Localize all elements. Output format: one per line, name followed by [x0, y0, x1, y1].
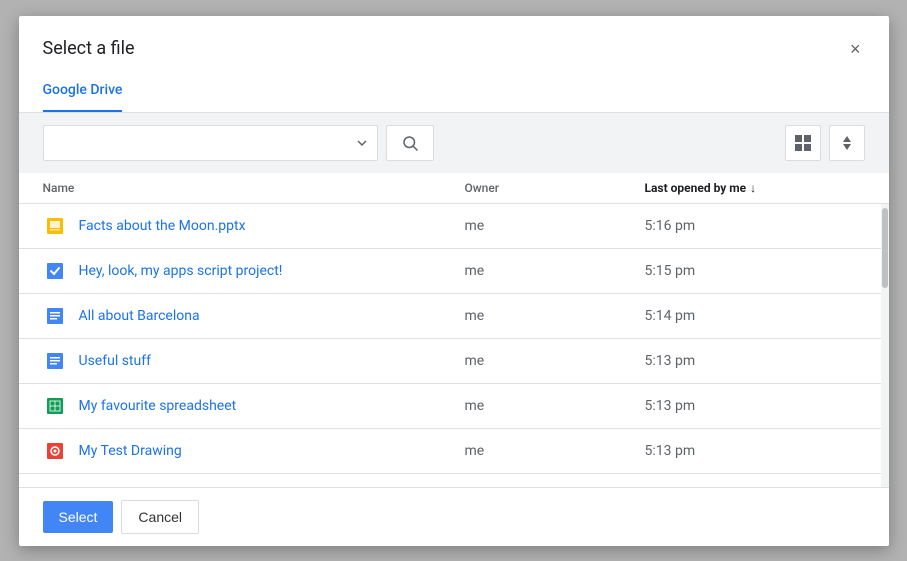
docs-icon [43, 304, 67, 328]
file-label: Facts about the Moon.pptx [79, 218, 246, 234]
search-input[interactable] [43, 125, 378, 161]
grid-view-button[interactable] [785, 125, 821, 161]
file-label: My favourite spreadsheet [79, 398, 237, 414]
table-row[interactable]: My favourite spreadsheet me 5:13 pm [19, 384, 889, 429]
file-name-cell: My Test Drawing [43, 439, 465, 463]
drawing-icon [43, 439, 67, 463]
cancel-button[interactable]: Cancel [121, 500, 199, 534]
scrollbar-thumb [882, 208, 888, 288]
table-header: Name Owner Last opened by me ↓ [19, 173, 889, 204]
file-label: All about Barcelona [79, 308, 200, 324]
owner-cell: me [465, 263, 645, 279]
file-name-cell: Useful stuff [43, 349, 465, 373]
owner-cell: me [465, 218, 645, 234]
chevron-down-icon [356, 137, 368, 149]
search-button[interactable] [386, 125, 434, 161]
owner-cell: me [465, 308, 645, 324]
close-button[interactable]: × [846, 36, 865, 62]
file-name-cell: My favourite spreadsheet [43, 394, 465, 418]
file-name-cell: Hey, look, my apps script project! [43, 259, 465, 283]
owner-cell: me [465, 353, 645, 369]
dialog-footer: Select Cancel [19, 487, 889, 546]
table-row[interactable]: My Test Drawing me 5:13 pm [19, 429, 889, 474]
file-list: Facts about the Moon.pptx me 5:16 pm Hey… [19, 204, 889, 487]
last-opened-cell: 5:13 pm [645, 353, 865, 369]
select-file-dialog: Select a file × Google Drive [19, 16, 889, 546]
table-row[interactable]: All about Barcelona me 5:14 pm [19, 294, 889, 339]
slides-icon [43, 214, 67, 238]
file-label: My Test Drawing [79, 443, 182, 459]
last-opened-cell: 5:13 pm [645, 398, 865, 414]
sort-icon [838, 134, 856, 152]
grid-icon [794, 134, 812, 152]
col-last-header: Last opened by me ↓ [645, 181, 865, 195]
search-icon [401, 134, 419, 152]
sheets-icon [43, 394, 67, 418]
file-name-cell: All about Barcelona [43, 304, 465, 328]
table-row[interactable]: Hey, look, my apps script project! me 5:… [19, 249, 889, 294]
col-owner-header: Owner [465, 181, 645, 195]
owner-cell: me [465, 443, 645, 459]
search-container [43, 125, 378, 161]
col-name-header: Name [43, 181, 465, 195]
dialog-title: Select a file [43, 38, 135, 59]
toolbar [19, 113, 889, 173]
last-opened-cell: 5:16 pm [645, 218, 865, 234]
script-icon [43, 259, 67, 283]
last-opened-cell: 5:13 pm [645, 443, 865, 459]
select-button[interactable]: Select [43, 501, 114, 533]
owner-cell: me [465, 398, 645, 414]
scrollbar[interactable] [881, 204, 889, 487]
last-opened-cell: 5:14 pm [645, 308, 865, 324]
file-label: Hey, look, my apps script project! [79, 263, 283, 279]
table-row[interactable]: Useful stuff me 5:13 pm [19, 339, 889, 384]
tab-google-drive[interactable]: Google Drive [43, 70, 123, 112]
file-label: Useful stuff [79, 353, 151, 369]
search-dropdown-button[interactable] [346, 125, 378, 161]
table-row[interactable]: Facts about the Moon.pptx me 5:16 pm [19, 204, 889, 249]
docs-icon [43, 349, 67, 373]
dialog-header: Select a file × [19, 16, 889, 62]
file-name-cell: Facts about the Moon.pptx [43, 214, 465, 238]
sort-button[interactable] [829, 125, 865, 161]
tabs-bar: Google Drive [19, 70, 889, 113]
last-opened-cell: 5:15 pm [645, 263, 865, 279]
